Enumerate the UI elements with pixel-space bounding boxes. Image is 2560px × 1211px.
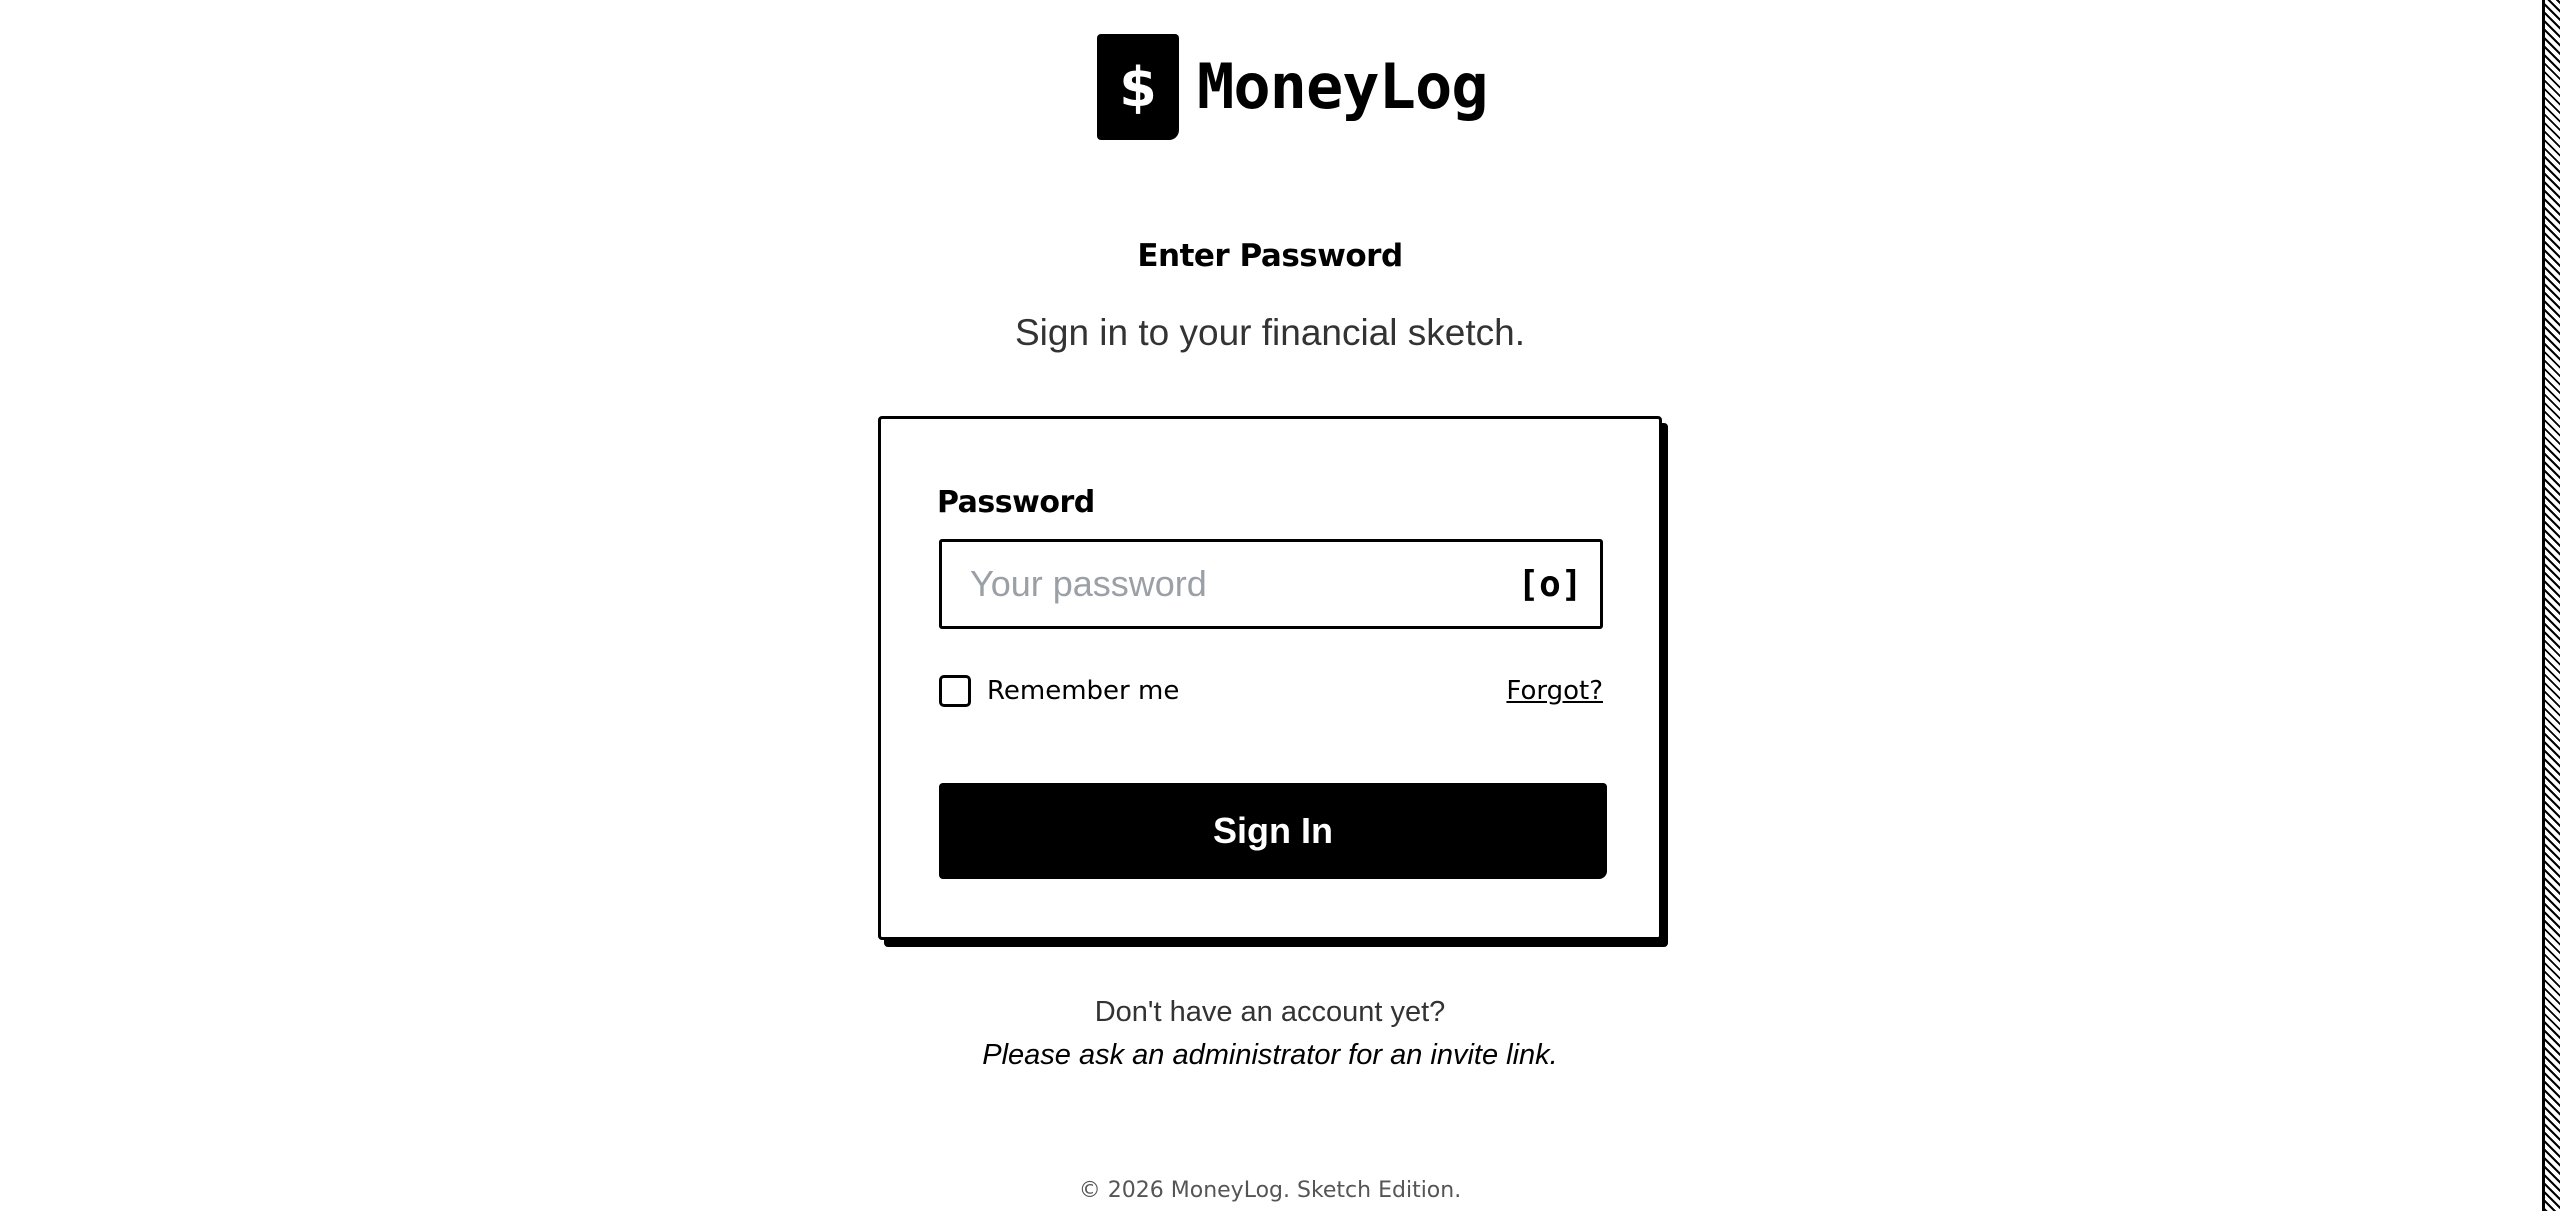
password-input[interactable]: [942, 542, 1510, 626]
password-field: [o]: [939, 539, 1603, 629]
logo-symbol: $: [1119, 55, 1157, 119]
page-subtitle: Sign in to your financial sketch.: [1014, 312, 1526, 353]
remember-me[interactable]: Remember me: [939, 675, 1179, 707]
remember-me-label: Remember me: [987, 676, 1180, 706]
password-label: Password: [937, 485, 1095, 520]
brand-name: MoneyLog: [1197, 50, 1489, 123]
eye-icon[interactable]: [o]: [1510, 542, 1590, 626]
remember-row: Remember me Forgot?: [939, 673, 1603, 709]
login-card: Password [o] Remember me Forgot? Sign In: [878, 416, 1662, 940]
signup-question: Don't have an account yet?: [1094, 996, 1446, 1028]
brand-logo: $ MoneyLog: [1097, 33, 1489, 141]
scrollbar[interactable]: [2542, 0, 2560, 1211]
remember-me-checkbox[interactable]: [939, 675, 971, 707]
forgot-password-link[interactable]: Forgot?: [1506, 676, 1603, 706]
dollar-icon: $: [1097, 34, 1179, 140]
page-eyebrow: Enter Password: [1137, 238, 1403, 274]
login-page: $ MoneyLog Enter Password Sign in to you…: [0, 0, 2560, 1211]
footer-copyright: © 2026 MoneyLog. Sketch Edition.: [1078, 1178, 1462, 1203]
sign-in-button[interactable]: Sign In: [939, 783, 1607, 879]
signup-note: Please ask an administrator for an invit…: [982, 1039, 1558, 1071]
